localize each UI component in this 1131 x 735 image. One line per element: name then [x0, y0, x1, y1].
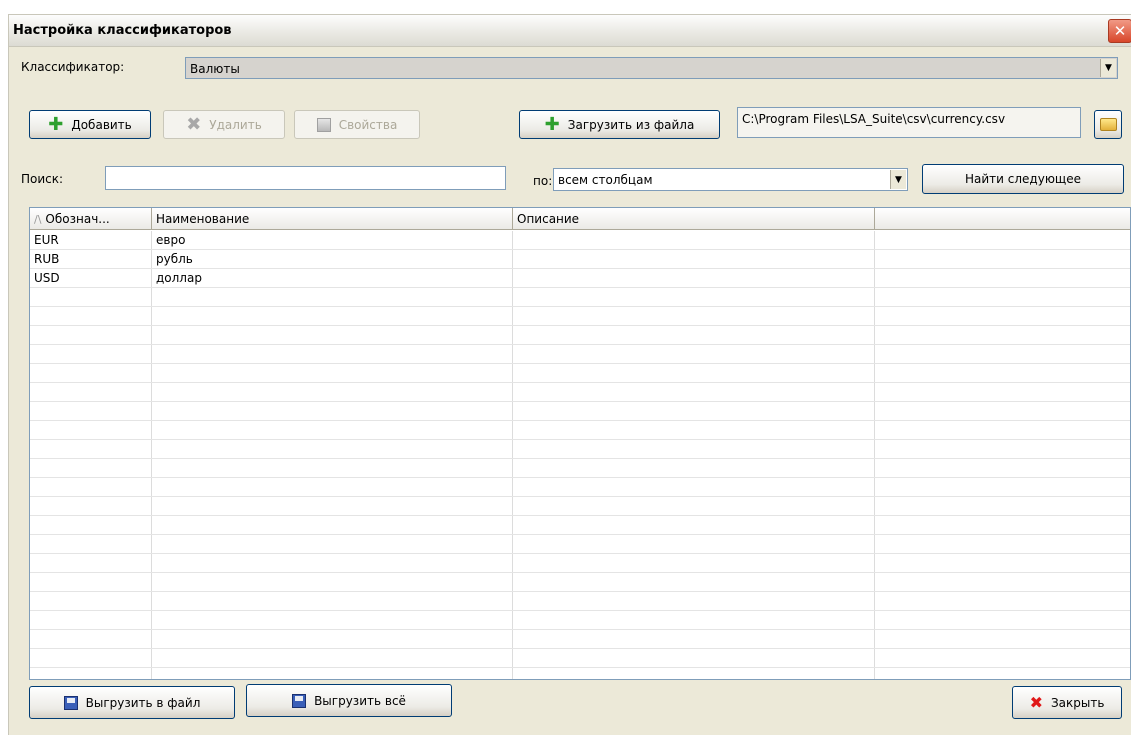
column-header-description-label: Описание — [517, 212, 580, 226]
load-from-file-button[interactable]: ✚ Загрузить из файла — [519, 110, 720, 139]
cell-code: EUR — [34, 233, 59, 247]
delete-button-label: Удалить — [209, 117, 262, 132]
empty-row — [30, 516, 1130, 535]
browse-file-button[interactable] — [1094, 110, 1122, 139]
cell-name: рубль — [156, 252, 193, 266]
empty-row — [30, 345, 1130, 364]
table-row[interactable]: USD доллар — [30, 269, 1130, 288]
empty-row — [30, 326, 1130, 345]
floppy-disk-icon — [63, 695, 78, 710]
empty-row — [30, 497, 1130, 516]
cell-name: евро — [156, 233, 186, 247]
table-body: EUR евро RUB рубль USD доллар — [30, 231, 1130, 679]
empty-row — [30, 364, 1130, 383]
chevron-down-icon[interactable]: ▼ — [890, 170, 906, 189]
classifier-table[interactable]: /\ Обознач... Наименование Описание EUR е… — [29, 207, 1131, 680]
empty-row — [30, 288, 1130, 307]
properties-button-label: Свойства — [338, 117, 398, 132]
delete-button[interactable]: ✖ Удалить — [163, 110, 285, 139]
cell-code: USD — [34, 271, 60, 285]
plus-icon: ✚ — [48, 113, 64, 135]
close-icon: ✕ — [1113, 22, 1127, 40]
empty-row — [30, 554, 1130, 573]
search-column-select[interactable]: всем столбцам ▼ — [553, 168, 908, 191]
add-button[interactable]: ✚ Добавить — [29, 110, 151, 139]
column-header-code-label: Обознач... — [45, 212, 110, 226]
empty-row — [30, 478, 1130, 497]
empty-row — [30, 402, 1130, 421]
classifier-select-value: Валюты — [190, 62, 240, 76]
file-path-field[interactable]: C:\Program Files\LSA_Suite\csv\currency.… — [737, 107, 1081, 138]
close-button[interactable]: ✖ Закрыть — [1012, 686, 1122, 719]
column-header-code[interactable]: /\ Обознач... — [30, 208, 152, 230]
plus-icon: ✚ — [544, 113, 560, 135]
column-header-extra[interactable] — [875, 208, 1130, 230]
chevron-down-icon[interactable]: ▼ — [1100, 59, 1116, 77]
empty-row — [30, 307, 1130, 326]
export-all-label: Выгрузить всё — [314, 693, 406, 708]
empty-row — [30, 440, 1130, 459]
cell-name: доллар — [156, 271, 202, 285]
column-header-name-label: Наименование — [156, 212, 250, 226]
window-close-button[interactable]: ✕ — [1108, 19, 1131, 43]
properties-button[interactable]: Свойства — [294, 110, 420, 139]
table-row[interactable]: RUB рубль — [30, 250, 1130, 269]
search-by-label: по: — [533, 174, 553, 188]
empty-row — [30, 573, 1130, 592]
title-bar: Настройка классификаторов ✕ — [9, 15, 1131, 47]
floppy-disk-icon — [292, 693, 307, 708]
find-next-button[interactable]: Найти следующее — [922, 164, 1124, 194]
empty-row — [30, 611, 1130, 630]
table-header: /\ Обознач... Наименование Описание — [30, 208, 1130, 230]
close-icon: ✖ — [1029, 692, 1043, 712]
search-input[interactable] — [105, 166, 506, 190]
empty-row — [30, 383, 1130, 402]
empty-row — [30, 649, 1130, 668]
search-label: Поиск: — [21, 172, 64, 186]
window-title: Настройка классификаторов — [13, 23, 232, 38]
column-header-name[interactable]: Наименование — [152, 208, 513, 230]
find-next-label: Найти следующее — [965, 172, 1081, 186]
delete-icon: ✖ — [186, 113, 202, 135]
empty-row — [30, 630, 1130, 649]
folder-open-icon — [1099, 118, 1117, 131]
search-column-value: всем столбцам — [558, 173, 653, 187]
table-row[interactable]: EUR евро — [30, 231, 1130, 250]
properties-icon — [316, 117, 331, 132]
classifier-settings-window: Настройка классификаторов ✕ Классификато… — [8, 14, 1131, 735]
export-to-file-label: Выгрузить в файл — [85, 695, 201, 710]
file-path-value: C:\Program Files\LSA_Suite\csv\currency.… — [742, 112, 1006, 126]
add-button-label: Добавить — [71, 117, 132, 132]
close-button-label: Закрыть — [1050, 695, 1105, 710]
cell-code: RUB — [34, 252, 60, 266]
export-all-button[interactable]: Выгрузить всё — [246, 684, 452, 717]
empty-row — [30, 535, 1130, 554]
empty-row — [30, 592, 1130, 611]
export-to-file-button[interactable]: Выгрузить в файл — [29, 686, 235, 719]
sort-ascending-icon: /\ — [34, 213, 42, 226]
load-from-file-label: Загрузить из файла — [567, 117, 695, 132]
empty-row — [30, 459, 1130, 478]
column-header-description[interactable]: Описание — [513, 208, 875, 230]
empty-row — [30, 421, 1130, 440]
classifier-label: Классификатор: — [21, 60, 125, 74]
classifier-select[interactable]: Валюты ▼ — [185, 57, 1118, 79]
